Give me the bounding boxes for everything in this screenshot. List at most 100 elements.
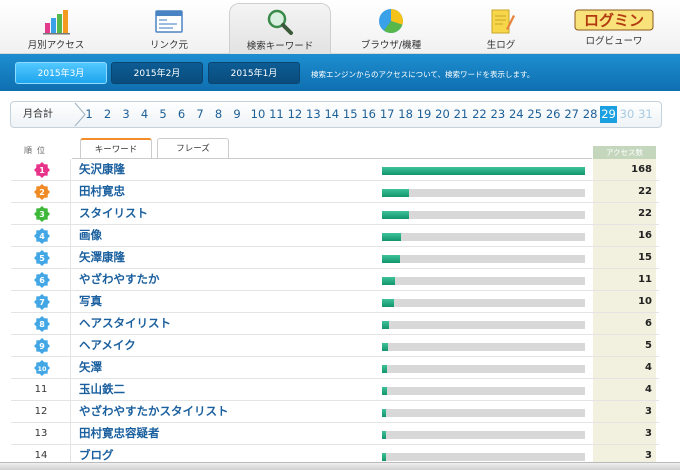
keyword-link[interactable]: ヘアスタイリスト: [79, 313, 171, 334]
nav-browser-device[interactable]: ブラウザ/機種: [340, 3, 442, 54]
window-bottom-edge: [0, 462, 680, 470]
day-21[interactable]: 21: [452, 106, 469, 123]
table-row: 2 田村寛忠 22: [11, 181, 659, 203]
access-bar-fill: [382, 453, 386, 461]
day-9[interactable]: 9: [231, 106, 243, 123]
access-count: 10: [593, 291, 656, 312]
day-17[interactable]: 17: [379, 106, 396, 123]
keyword-link[interactable]: スタイリスト: [79, 203, 148, 224]
day-19[interactable]: 19: [416, 106, 433, 123]
svg-text:8: 8: [39, 320, 45, 329]
day-10[interactable]: 10: [250, 106, 267, 123]
day-18[interactable]: 18: [397, 106, 414, 123]
rank-number: 12: [34, 406, 48, 417]
top-navigation: 月別アクセス リンク元 検索キーワード ブラウザ/機種 生ログ ログミン ログビ…: [0, 0, 680, 54]
day-selector: 月合計 1 2 3 4 5 6 7 8 9 10 11 12 13 14 15 16 17 18 19 20 21 22 2…: [10, 101, 662, 128]
rank-cell: 5: [11, 247, 71, 268]
day-16[interactable]: 16: [360, 106, 377, 123]
access-bar: [382, 409, 585, 417]
day-25[interactable]: 25: [526, 106, 543, 123]
nav-referrer[interactable]: リンク元: [118, 3, 220, 54]
day-28[interactable]: 28: [582, 106, 599, 123]
month-total-tab[interactable]: 月合計: [11, 102, 81, 127]
day-22[interactable]: 22: [471, 106, 488, 123]
table-row: 13 田村寛忠容疑者 3: [11, 423, 659, 445]
tab-keyword[interactable]: キーワード: [80, 138, 152, 159]
nav-raw-log[interactable]: 生ログ: [450, 3, 552, 54]
day-15[interactable]: 15: [342, 106, 359, 123]
table-row: 1 矢沢康隆 168: [11, 159, 659, 181]
day-3[interactable]: 3: [120, 106, 132, 123]
keyword-link[interactable]: ヘアメイク: [79, 335, 136, 356]
day-1[interactable]: 1: [83, 106, 95, 123]
day-4[interactable]: 4: [139, 106, 151, 123]
keyword-link[interactable]: 画像: [79, 225, 102, 246]
access-bar: [382, 431, 585, 439]
day-12[interactable]: 12: [286, 106, 303, 123]
rank-badge-icon: 9: [34, 338, 50, 354]
rank-badge-icon: 6: [34, 272, 50, 288]
access-count: 4: [593, 379, 656, 400]
access-count: 22: [593, 203, 656, 224]
day-29[interactable]: 29: [600, 106, 618, 123]
month-button-2015-01[interactable]: 2015年1月: [208, 62, 300, 84]
table-row: 5 矢澤康隆 15: [11, 247, 659, 269]
day-20[interactable]: 20: [434, 106, 451, 123]
month-button-2015-02[interactable]: 2015年2月: [111, 62, 203, 84]
month-button-2015-03[interactable]: 2015年3月: [15, 62, 107, 84]
day-11[interactable]: 11: [268, 106, 285, 123]
notepad-pencil-icon: [491, 9, 515, 34]
access-bar-fill: [382, 189, 409, 197]
keyword-link[interactable]: 矢澤康隆: [79, 247, 125, 268]
day-13[interactable]: 13: [305, 106, 322, 123]
access-bar: [382, 211, 585, 219]
svg-text:ログミン: ログミン: [584, 12, 644, 30]
day-2[interactable]: 2: [102, 106, 114, 123]
svg-text:3: 3: [39, 210, 45, 219]
rank-cell: 10: [11, 357, 71, 378]
day-14[interactable]: 14: [323, 106, 340, 123]
rank-badge-icon: 1: [34, 162, 50, 178]
access-bar: [382, 299, 585, 307]
day-26[interactable]: 26: [545, 106, 562, 123]
nav-label: リンク元: [149, 40, 188, 51]
keyword-link[interactable]: やざわやすたかスタイリスト: [79, 401, 229, 422]
rank-number: 13: [34, 428, 48, 439]
table-row: 9 ヘアメイク 5: [11, 335, 659, 357]
access-bar-fill: [382, 211, 409, 219]
access-bar: [382, 387, 585, 395]
table-row: 4 画像 16: [11, 225, 659, 247]
access-bar-fill: [382, 387, 387, 395]
access-count: 3: [593, 401, 656, 422]
keyword-link[interactable]: 田村寛忠: [79, 181, 125, 202]
day-5[interactable]: 5: [157, 106, 169, 123]
keyword-link[interactable]: 矢澤: [79, 357, 102, 378]
rank-cell: 6: [11, 269, 71, 290]
day-6[interactable]: 6: [176, 106, 188, 123]
day-8[interactable]: 8: [213, 106, 225, 123]
tab-phrase[interactable]: フレーズ: [157, 138, 229, 159]
day-7[interactable]: 7: [194, 106, 206, 123]
rank-cell: 2: [11, 181, 71, 202]
nav-monthly-access[interactable]: 月別アクセス: [5, 3, 107, 54]
keyword-link[interactable]: 写真: [79, 291, 102, 312]
pie-chart-icon: [379, 9, 403, 33]
access-bar-fill: [382, 409, 386, 417]
rank-cell: 13: [11, 423, 71, 444]
day-24[interactable]: 24: [508, 106, 525, 123]
access-count: 3: [593, 423, 656, 444]
day-23[interactable]: 23: [489, 106, 506, 123]
logmi-logo-icon: ログミン: [574, 9, 654, 31]
keyword-link[interactable]: やざわやすたか: [79, 269, 160, 290]
day-27[interactable]: 27: [563, 106, 580, 123]
access-count: 5: [593, 335, 656, 356]
browser-window-icon: [155, 10, 183, 33]
nav-label: 検索キーワード: [246, 41, 314, 52]
rank-badge-icon: 8: [34, 316, 50, 332]
keyword-link[interactable]: 玉山鉄二: [79, 379, 125, 400]
nav-log-viewer[interactable]: ログミン ログビューワ: [563, 3, 665, 54]
nav-search-keyword[interactable]: 検索キーワード: [229, 3, 331, 54]
access-count: 22: [593, 181, 656, 202]
keyword-link[interactable]: 矢沢康隆: [79, 159, 125, 180]
keyword-link[interactable]: 田村寛忠容疑者: [79, 423, 160, 444]
